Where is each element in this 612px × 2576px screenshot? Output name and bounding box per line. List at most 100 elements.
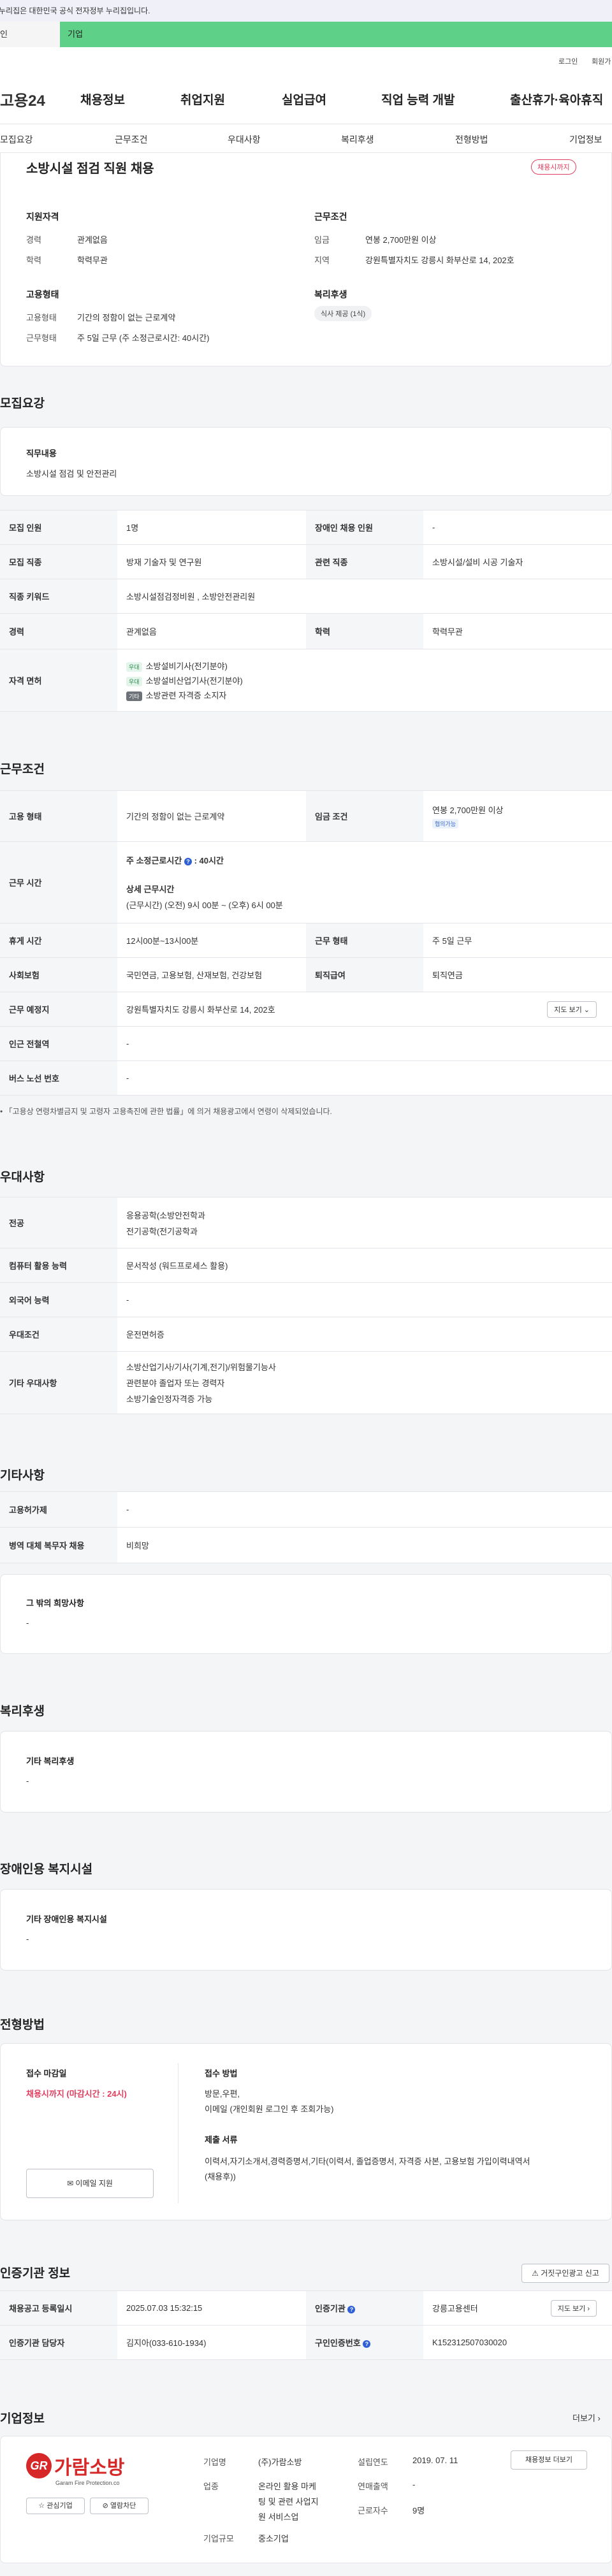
- info-icon[interactable]: ?: [363, 2340, 371, 2348]
- deadline-badge: 채용시까지: [531, 159, 576, 175]
- language-label: 외국어 능력: [0, 1282, 117, 1317]
- cert-map-button[interactable]: 지도 보기 ›: [550, 2300, 597, 2317]
- gnb-item-training[interactable]: 직업 능력 개발: [381, 90, 455, 108]
- cert-map-label: 지도 보기: [557, 2305, 586, 2313]
- hours-main: 주 소정근로시간 ? : 40시간: [126, 856, 224, 865]
- disabled-facility-value: -: [26, 1934, 29, 1944]
- disabled-facility-card: 기타 장애인용 복지시설 -: [0, 1889, 612, 1971]
- etc-prefer-value: 소방산업기사/기사(기계,전기)/위험물기능사: [126, 1363, 276, 1372]
- etc-prefer-cell: 소방산업기사/기사(기계,전기)/위험물기능사 관련분야 졸업자 또는 경력자 소방…: [117, 1351, 612, 1414]
- table-row: 우대조건 운전면허증: [0, 1317, 612, 1352]
- license-item: 기타 소방관련 자격증 소지자: [126, 689, 603, 701]
- hours-detail-label: 상세 근무시간: [126, 885, 175, 894]
- license-name: 소방설비산업기사(전기분야): [145, 676, 243, 686]
- retirement-value: 퇴직연금: [423, 957, 612, 992]
- section-nav-prefer[interactable]: 우대사항: [228, 133, 261, 146]
- block-icon: ⊘: [102, 2502, 108, 2510]
- related-job-label: 관련 직종: [306, 544, 423, 579]
- company-jobs-button[interactable]: 채용정보 더보기: [511, 2450, 587, 2470]
- duty-label: 직무내용: [26, 449, 57, 458]
- benefit-label: 기타 복리후생: [26, 1756, 75, 1766]
- recruit-table: 모집 인원 1명 장애인 채용 인원 - 모집 직종 방재 기술자 및 연구원 …: [0, 510, 612, 712]
- chevron-right-icon: ›: [587, 2305, 590, 2313]
- signup-link[interactable]: 회원가: [592, 56, 611, 66]
- license-name: 소방관련 자격증 소지자: [145, 691, 227, 700]
- cert-number-label: 구인인증번호 ?: [306, 2325, 423, 2360]
- etc-prefer-value: 소방기술인정자격증 가능: [126, 1394, 213, 1404]
- section-nav-work[interactable]: 근무조건: [115, 133, 148, 146]
- qualification-value: 학력무관: [77, 256, 108, 265]
- table-row: 인근 전철역 -: [0, 1026, 612, 1061]
- user-type-tabs: 인 기업: [0, 22, 612, 47]
- cert-number-label-text: 구인인증번호: [315, 2338, 361, 2348]
- work-section-title: 근무조건: [0, 763, 45, 776]
- company-name-value: (주)가람소방: [258, 2457, 302, 2467]
- bus-value: -: [117, 1060, 612, 1096]
- report-fake-ad-button[interactable]: ⚠ 거짓구인광고 신고: [521, 2264, 609, 2283]
- company-size-value: 중소기업: [258, 2534, 289, 2543]
- company-more-label: 더보기: [572, 2413, 595, 2423]
- company-more-link[interactable]: 더보기 ›: [572, 2412, 601, 2424]
- gov-notice-text: 누리집은 대한민국 공식 전자정부 누리집입니다.: [0, 6, 150, 15]
- workplace-label: 근무 예정지: [0, 992, 117, 1027]
- gnb-item-unemployment-benefit[interactable]: 실업급여: [282, 90, 326, 108]
- work-form-label: 근무 형태: [306, 923, 423, 958]
- tab-company[interactable]: 기업: [60, 22, 612, 47]
- table-row: 근무 시간 주 소정근로시간 ? : 40시간 상세 근무시간 (근무시간) (…: [0, 841, 612, 923]
- gnb-item-jobs[interactable]: 채용정보: [80, 90, 125, 108]
- prefer-table: 전공 응용공학(소방안전학과 전기공학(전기공학과 컴퓨터 활용 능력 문서작성 …: [0, 1197, 612, 1414]
- favorite-company-button[interactable]: ☆ 관심기업: [26, 2498, 85, 2514]
- duty-card: 직무내용 소방시설 점검 및 안전관리: [0, 427, 612, 496]
- keyword-value: 소방시설점검정비원 , 소방안전관리원: [117, 579, 612, 614]
- section-nav-benefit[interactable]: 복리후생: [341, 133, 374, 146]
- tab-personal[interactable]: 인: [0, 22, 60, 47]
- career-label: 경력: [0, 613, 117, 649]
- table-row: 기타 우대사항 소방산업기사/기사(기계,전기)/위험물기능사 관련분야 졸업자 …: [0, 1351, 612, 1414]
- bus-label: 버스 노선 번호: [0, 1060, 117, 1096]
- info-icon[interactable]: ?: [347, 2306, 356, 2313]
- email-apply-button[interactable]: ✉ 이메일 지원: [26, 2169, 154, 2198]
- table-row: 직종 키워드 소방시설점검정비원 , 소방안전관리원: [0, 579, 612, 614]
- employment-value: 기간의 정함이 없는 근로계약: [77, 313, 176, 322]
- table-row: 자격 면허 우대 소방설비기사(전기분야) 우대 소방설비산업기사(전기분야) 기타…: [0, 649, 612, 712]
- employment-heading: 고용형태: [26, 289, 59, 300]
- age-note-text: 「고용상 연령차별금지 및 고령자 고용촉진에 관한 법률」에 의거 채용광고에…: [4, 1107, 332, 1116]
- login-link[interactable]: 로그인: [558, 56, 578, 66]
- info-icon[interactable]: ?: [184, 858, 192, 865]
- gnb-item-parental-leave[interactable]: 출산휴가·육아휴직: [510, 90, 603, 108]
- conditions-value: 강원특별자치도 강릉시 화부산로 14, 202호: [365, 256, 514, 265]
- table-row: 버스 노선 번호 -: [0, 1060, 612, 1096]
- career-value: 관계없음: [117, 613, 306, 649]
- permit-label: 고용허가제: [0, 1491, 117, 1528]
- wage-negotiable-chip: 협의가능: [432, 819, 459, 829]
- etc-prefer-label: 기타 우대사항: [0, 1351, 117, 1414]
- retirement-label: 퇴직급여: [306, 957, 423, 992]
- conditions-label: 임금: [314, 235, 330, 245]
- cert-manager-label: 인증기관 담당자: [0, 2325, 117, 2360]
- deadline-badge-text: 채용시까지: [531, 159, 576, 175]
- close-date-value: 채용시까지 (마감시간 : 24시): [26, 2089, 127, 2099]
- table-row: 휴게 시간 12시00분~13시00분 근무 형태 주 5일 근무: [0, 923, 612, 958]
- block-company-label: 열람차단: [110, 2502, 136, 2510]
- wish-card: 그 밖의 희망사항 -: [0, 1574, 612, 1654]
- section-nav-company[interactable]: 기업정보: [569, 133, 602, 146]
- block-company-button[interactable]: ⊘ 열람차단: [90, 2498, 149, 2514]
- disabled-hire-value: -: [423, 510, 612, 545]
- gnb-item-employment-support[interactable]: 취업지원: [180, 90, 225, 108]
- duty-text: 소방시설 점검 및 안전관리: [26, 469, 117, 479]
- workplace-value: 강원특별자치도 강릉시 화부산로 14, 202호: [126, 1005, 275, 1015]
- related-job-value: 소방시설/설비 시공 기술자: [423, 544, 612, 579]
- cert-org-cell: 강릉고용센터 지도 보기 ›: [423, 2290, 612, 2326]
- chevron-down-icon: ⌄: [583, 1006, 590, 1014]
- wage-value: 연봉 2,700만원 이상: [432, 806, 504, 815]
- site-logo[interactable]: 고용24: [0, 88, 45, 110]
- section-nav-recruit[interactable]: 모집요강: [0, 133, 33, 146]
- favorite-company-label: 관심기업: [47, 2502, 73, 2510]
- cert-number-value: K152312507030020: [423, 2325, 612, 2360]
- section-nav-screening[interactable]: 전형방법: [455, 133, 488, 146]
- employment-value: 주 5일 근무 (주 소정근로시간: 40시간): [77, 333, 210, 343]
- sales-label: 연매출액: [358, 2482, 388, 2491]
- company-industry-value: 온라인 활용 마케: [258, 2482, 316, 2491]
- wish-label: 그 밖의 희망사항: [26, 1598, 84, 1608]
- map-button[interactable]: 지도 보기 ⌄: [547, 1001, 597, 1018]
